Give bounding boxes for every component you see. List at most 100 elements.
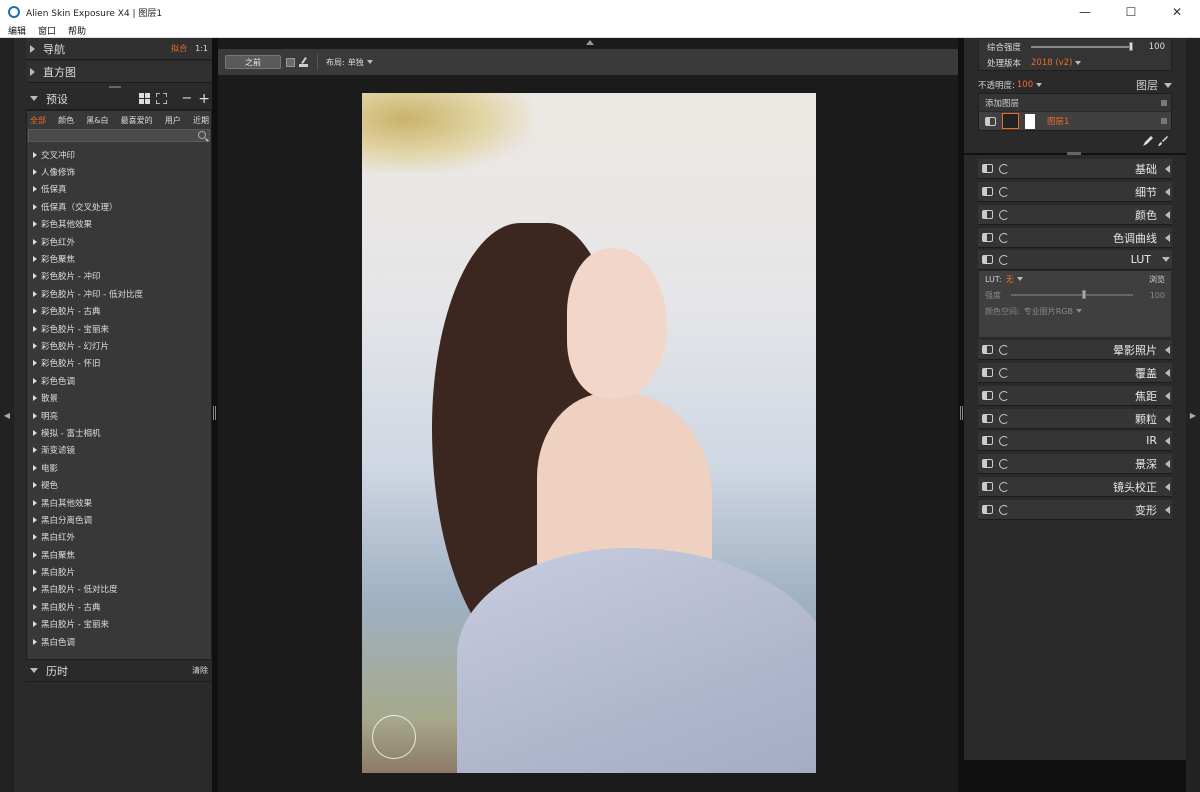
preset-category-item[interactable]: 彩色聚焦 (27, 250, 211, 267)
overall-strength-slider[interactable] (1031, 42, 1134, 51)
preset-category-item[interactable]: 黑白分离色调 (27, 511, 211, 528)
right-splitter-handle[interactable] (960, 406, 963, 420)
layers-collapse-icon[interactable] (1164, 82, 1172, 88)
reset-icon[interactable] (999, 413, 1009, 424)
preset-category-item[interactable]: 彩色胶片 - 宝丽来 (27, 320, 211, 337)
tab-user[interactable]: 用户 (165, 115, 181, 126)
tab-favorites[interactable]: 最喜爱的 (121, 115, 153, 126)
fullscreen-icon[interactable] (156, 93, 168, 104)
add-layer-button[interactable]: 添加图层 (985, 97, 1019, 109)
reset-icon[interactable] (999, 481, 1009, 492)
preset-category-item[interactable]: 黑白聚焦 (27, 546, 211, 563)
preset-category-item[interactable]: 低保真（交叉处理） (27, 198, 211, 215)
adjustment-section-header[interactable]: 色调曲线 (978, 228, 1172, 248)
preset-category-item[interactable]: 彩色胶片 - 怀旧 (27, 355, 211, 372)
paint-brush-icon[interactable] (1157, 135, 1169, 147)
chevron-down-icon[interactable] (1036, 83, 1043, 87)
colorspace-dropdown[interactable]: 专业图片RGB (1024, 306, 1073, 317)
adjustment-section-header[interactable]: 覆盖 (978, 363, 1172, 383)
chevron-down-icon[interactable] (1075, 309, 1082, 313)
toggle-visibility-icon[interactable] (982, 345, 993, 354)
expand-icon[interactable] (1165, 210, 1170, 219)
adjustment-section-header[interactable]: 焦距 (978, 386, 1172, 406)
preset-category-item[interactable]: 彩色色调 (27, 372, 211, 389)
lut-dropdown[interactable]: 无 (1006, 274, 1014, 285)
preset-category-item[interactable]: 散景 (27, 389, 211, 406)
remove-preset-button[interactable]: − (181, 91, 192, 106)
zoom-fit-button[interactable]: 拟合 (171, 43, 187, 54)
brush-icon[interactable] (299, 57, 309, 67)
preset-category-item[interactable]: 低保真 (27, 181, 211, 198)
reset-icon[interactable] (999, 390, 1009, 401)
clear-history-button[interactable]: 清除 (192, 665, 208, 676)
toggle-visibility-icon[interactable] (982, 255, 993, 264)
preset-category-item[interactable]: 黑白其他效果 (27, 494, 211, 511)
menu-window[interactable]: 窗口 (38, 24, 56, 37)
preset-category-item[interactable]: 黑白色调 (27, 633, 211, 650)
preset-category-item[interactable]: 模拟 - 富士相机 (27, 424, 211, 441)
expand-icon[interactable] (1165, 164, 1170, 173)
expand-icon[interactable] (1165, 391, 1170, 400)
reset-icon[interactable] (999, 435, 1009, 446)
menu-edit[interactable]: 编辑 (8, 24, 26, 37)
preset-search-input[interactable] (28, 129, 210, 142)
reset-icon[interactable] (999, 458, 1009, 469)
reset-icon[interactable] (999, 163, 1009, 174)
expand-icon[interactable] (1165, 233, 1170, 242)
preset-category-item[interactable]: 褪色 (27, 476, 211, 493)
preset-category-item[interactable]: 人像修饰 (27, 163, 211, 180)
before-button[interactable]: 之前 (225, 55, 281, 69)
preset-category-item[interactable]: 明亮 (27, 407, 211, 424)
preset-category-item[interactable]: 黑白胶片 - 低对比度 (27, 581, 211, 598)
chevron-down-icon[interactable] (1016, 277, 1023, 281)
adjustment-section-header[interactable]: 基础 (978, 159, 1172, 179)
add-layer-row[interactable]: 添加图层 (979, 94, 1171, 112)
menu-help[interactable]: 帮助 (68, 24, 86, 37)
compare-toggle-icon[interactable] (286, 57, 295, 67)
toggle-visibility-icon[interactable] (982, 505, 993, 514)
adjustment-section-header[interactable]: 细节 (978, 182, 1172, 202)
pencil-icon[interactable] (1142, 135, 1154, 147)
expand-icon[interactable] (1165, 368, 1170, 377)
tab-recent[interactable]: 近期 (193, 115, 209, 126)
adjustment-section-header[interactable]: IR (978, 431, 1172, 451)
preset-category-item[interactable]: 黑白红外 (27, 529, 211, 546)
preset-category-item[interactable]: 黑白胶片 - 古典 (27, 598, 211, 615)
opacity-dropdown[interactable]: 100 (1017, 80, 1033, 90)
toggle-visibility-icon[interactable] (982, 187, 993, 196)
toggle-visibility-icon[interactable] (982, 164, 993, 173)
collapse-icon[interactable] (1162, 257, 1170, 262)
adjustment-section-header[interactable]: LUT (978, 250, 1172, 270)
navigator-header[interactable]: 导航 拟合 1:1 (26, 38, 212, 60)
lut-strength-slider[interactable] (1011, 290, 1133, 299)
expand-icon[interactable] (1165, 187, 1170, 196)
reset-icon[interactable] (999, 504, 1009, 515)
preset-category-item[interactable]: 彩色红外 (27, 233, 211, 250)
adjustment-section-header[interactable]: 变形 (978, 500, 1172, 520)
preset-category-item[interactable]: 交叉冲印 (27, 146, 211, 163)
photo-preview[interactable] (362, 93, 816, 773)
expand-icon[interactable] (1165, 414, 1170, 423)
histogram-header[interactable]: 直方图 (26, 61, 212, 83)
adjustment-section-header[interactable]: 晕影照片 (978, 340, 1172, 360)
reset-icon[interactable] (999, 367, 1009, 378)
adjustment-section-header[interactable]: 镜头校正 (978, 477, 1172, 497)
chevron-down-icon[interactable] (1075, 61, 1082, 65)
preset-category-item[interactable]: 彩色胶片 - 冲印 - 低对比度 (27, 285, 211, 302)
toggle-visibility-icon[interactable] (982, 368, 993, 377)
toggle-visibility-icon[interactable] (982, 414, 993, 423)
reset-icon[interactable] (999, 209, 1009, 220)
toggle-visibility-icon[interactable] (982, 391, 993, 400)
tab-bw[interactable]: 黑&白 (86, 115, 108, 126)
reset-icon[interactable] (999, 232, 1009, 243)
expand-icon[interactable] (1165, 436, 1170, 445)
adjustment-section-header[interactable]: 颗粒 (978, 409, 1172, 429)
layer-row[interactable]: 图层1 (979, 112, 1171, 130)
preset-category-item[interactable]: 渐变滤镜 (27, 442, 211, 459)
layer-menu-icon[interactable] (1161, 99, 1167, 106)
toggle-visibility-icon[interactable] (982, 210, 993, 219)
add-preset-button[interactable]: + (198, 91, 210, 107)
reset-icon[interactable] (999, 254, 1009, 265)
zoom-1to1-button[interactable]: 1:1 (195, 44, 208, 53)
history-header[interactable]: 历时 清除 (26, 660, 212, 682)
